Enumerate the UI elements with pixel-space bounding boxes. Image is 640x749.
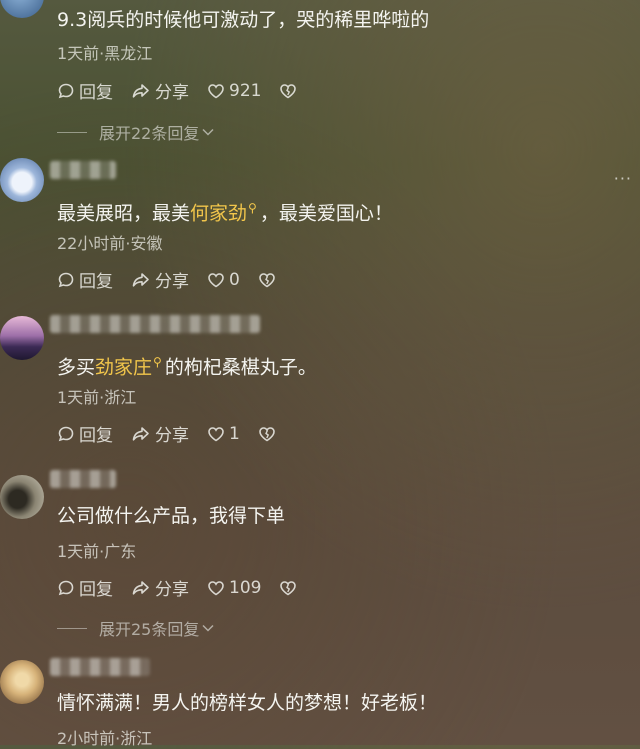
share-arrow-icon — [132, 272, 149, 287]
divider — [57, 627, 87, 629]
heart-icon — [208, 83, 224, 98]
username-blurred — [50, 315, 260, 333]
avatar[interactable] — [0, 316, 44, 360]
reply-button[interactable]: 回复 — [57, 78, 113, 103]
share-label: 分享 — [155, 83, 189, 103]
broken-heart-icon — [259, 272, 275, 287]
comment-bubble-icon — [58, 426, 74, 441]
reply-label: 回复 — [79, 580, 113, 600]
like-count: 0 — [229, 269, 240, 290]
share-button[interactable]: 分享 — [131, 267, 189, 292]
comment-meta: 2小时前·浙江 — [57, 729, 153, 748]
comment-actions: 回复 分享 0 — [57, 267, 298, 292]
text-segment: 的枸杞桑椹丸子。 — [164, 356, 317, 379]
comment-actions: 回复 分享 921 — [57, 78, 319, 103]
username-blurred — [50, 470, 116, 488]
like-button[interactable]: 1 — [207, 424, 240, 444]
comment-meta: 1天前·黑龙江 — [57, 44, 153, 63]
reply-button[interactable]: 回复 — [57, 267, 113, 292]
expand-replies-link[interactable]: 展开22条回复 — [57, 120, 215, 144]
mention-link[interactable]: 劲家庄 — [95, 356, 152, 378]
search-icon: ⚲ — [248, 201, 257, 215]
comment-text: 最美展昭，最美何家劲⚲ ，最美爱国心！ — [57, 195, 393, 226]
broken-heart-icon — [280, 580, 297, 595]
reply-label: 回复 — [79, 272, 113, 292]
text-segment: 多买 — [57, 356, 96, 379]
like-button[interactable]: 0 — [207, 270, 240, 290]
expand-replies-label: 展开22条回复 — [99, 124, 200, 143]
like-button[interactable]: 109 — [207, 578, 261, 598]
like-count: 1 — [229, 423, 240, 444]
share-button[interactable]: 分享 — [131, 78, 189, 103]
like-count: 921 — [229, 80, 262, 101]
comment-text: 9.3阅兵的时候他可激动了，哭的稀里哗啦的 — [57, 9, 430, 31]
share-label: 分享 — [155, 580, 189, 600]
comment-bubble-icon — [58, 580, 74, 595]
heart-icon — [208, 272, 224, 287]
mention-link[interactable]: 何家劲 — [190, 202, 247, 224]
dislike-button[interactable] — [258, 272, 280, 288]
avatar[interactable] — [0, 158, 44, 202]
comment-meta: 1天前·浙江 — [57, 388, 137, 407]
share-arrow-icon — [132, 83, 149, 98]
reply-label: 回复 — [79, 83, 113, 103]
avatar[interactable] — [0, 0, 44, 18]
more-menu[interactable]: ··· — [614, 169, 632, 188]
username-blurred — [50, 658, 150, 676]
comment-bubble-icon — [58, 83, 74, 98]
broken-heart-icon — [259, 426, 275, 441]
heart-icon — [208, 580, 224, 595]
dislike-button[interactable] — [258, 426, 280, 442]
like-button[interactable]: 921 — [207, 81, 261, 101]
share-label: 分享 — [155, 272, 189, 292]
comment-text: 公司做什么产品，我得下单 — [57, 505, 286, 527]
like-count: 109 — [229, 577, 262, 598]
expand-replies-link[interactable]: 展开25条回复 — [57, 616, 215, 640]
heart-icon — [208, 426, 224, 441]
comment-text: 多买劲家庄⚲ 的枸杞桑椹丸子。 — [57, 349, 317, 380]
broken-heart-icon — [280, 83, 297, 98]
share-arrow-icon — [132, 426, 149, 441]
text-segment: 最美展昭，最美 — [57, 202, 191, 225]
chevron-down-icon — [202, 624, 214, 632]
avatar[interactable] — [0, 475, 44, 519]
avatar[interactable] — [0, 660, 44, 704]
dislike-button[interactable] — [279, 83, 301, 99]
reply-button[interactable]: 回复 — [57, 421, 113, 446]
comment-actions: 回复 分享 109 — [57, 575, 319, 600]
divider — [57, 131, 87, 133]
reply-button[interactable]: 回复 — [57, 575, 113, 600]
share-arrow-icon — [132, 580, 149, 595]
expand-replies-label: 展开25条回复 — [99, 620, 200, 639]
comment-bubble-icon — [58, 272, 74, 287]
share-button[interactable]: 分享 — [131, 575, 189, 600]
share-label: 分享 — [155, 426, 189, 446]
text-segment: ，最美爱国心！ — [259, 202, 393, 225]
comment-actions: 回复 分享 1 — [57, 421, 298, 446]
comment-meta: 22小时前·安徽 — [57, 234, 163, 253]
comment-text: 情怀满满！男人的榜样女人的梦想！好老板！ — [57, 692, 438, 714]
username-blurred — [50, 161, 116, 179]
comment-meta: 1天前·广东 — [57, 542, 137, 561]
share-button[interactable]: 分享 — [131, 421, 189, 446]
search-icon: ⚲ — [153, 355, 162, 369]
chevron-down-icon — [202, 128, 214, 136]
dislike-button[interactable] — [279, 580, 301, 596]
reply-label: 回复 — [79, 426, 113, 446]
